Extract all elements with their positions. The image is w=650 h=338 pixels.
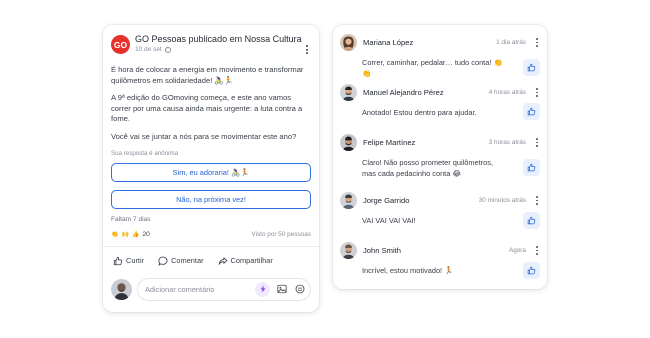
- commenter-avatar[interactable]: [340, 192, 357, 209]
- comment-label: Comentar: [171, 256, 204, 266]
- clap-emoji-icon: 👏: [111, 231, 119, 238]
- raised-hands-emoji-icon: 🙌: [121, 231, 129, 238]
- ai-spark-icon[interactable]: [255, 281, 270, 297]
- comment-text: Claro! Não posso prometer quilômetros, m…: [362, 158, 494, 178]
- share-label: Compartilhar: [230, 256, 273, 266]
- comment-placeholder: Adicionar comentário: [145, 284, 215, 294]
- comment-more-icon[interactable]: [534, 38, 540, 47]
- commenter-name[interactable]: Manuel Alejandro Pérez: [363, 88, 489, 97]
- post-author[interactable]: GO Pessoas: [135, 34, 186, 44]
- comment-text: Anotado! Estou dentro para ajudar.: [362, 108, 477, 117]
- globe-icon: [164, 47, 171, 53]
- comment-more-icon[interactable]: [534, 138, 540, 147]
- comment-composer: Adicionar comentário: [111, 276, 311, 303]
- thumbs-up-emoji-icon: 👍: [131, 231, 140, 238]
- like-button[interactable]: Curtir: [113, 256, 144, 266]
- commenter-avatar[interactable]: [340, 134, 357, 151]
- comment-input[interactable]: Adicionar comentário: [137, 277, 311, 301]
- comment-time: 4 horas atrás: [488, 89, 526, 96]
- poll-option-yes[interactable]: Sim, eu adoraria! 🚴‍♀️🏃: [111, 162, 311, 182]
- comment-icon: [158, 256, 168, 266]
- thumbs-up-icon: [527, 63, 536, 72]
- comment-like-button[interactable]: [523, 262, 540, 279]
- post-paragraph: É hora de colocar a energia em movimento…: [111, 65, 304, 85]
- commenter-avatar[interactable]: [340, 34, 357, 51]
- published-in-text: publicado em: [188, 34, 243, 44]
- thumbs-up-icon: [527, 107, 536, 116]
- author-logo[interactable]: GO: [111, 35, 130, 54]
- comment-item: Felipe Martínez 3 horas atrás Claro! Não…: [340, 134, 540, 179]
- share-icon: [218, 256, 227, 265]
- comment-time: 3 horas atrás: [488, 139, 526, 146]
- comment-like-button[interactable]: [523, 103, 540, 120]
- comment-like-button[interactable]: [523, 59, 540, 76]
- thumbs-up-icon: [527, 216, 536, 225]
- reaction-count: 20: [142, 231, 150, 239]
- comment-like-button[interactable]: [523, 212, 540, 229]
- post-actions: Curtir Comentar Compartilhar: [111, 247, 311, 275]
- comment-more-icon[interactable]: [534, 196, 540, 205]
- commenter-avatar[interactable]: [340, 84, 357, 101]
- comment-like-button[interactable]: [523, 159, 540, 176]
- comment-item: Jorge Garrido 30 minutos atrás VAI VAI V…: [340, 192, 540, 229]
- post-body: É hora de colocar a energia em movimento…: [111, 65, 311, 143]
- comment-time: 30 minutos atrás: [478, 197, 526, 204]
- post-header: GO GO Pessoas publicado em Nossa Cultura…: [111, 33, 311, 59]
- post-date: 10 de set: [135, 46, 162, 53]
- comment-text: Correr, caminhar, pedalar… tudo conta! 👏…: [362, 58, 503, 78]
- comment-more-icon[interactable]: [534, 246, 540, 255]
- comment-time: 1 dia atrás: [496, 39, 526, 46]
- views-count[interactable]: Visto por 50 pessoas: [251, 231, 311, 238]
- commenter-name[interactable]: Felipe Martínez: [363, 138, 489, 147]
- poll-option-no[interactable]: Não, na próxima vez!: [111, 189, 311, 209]
- comment-text: VAI VAI VAI VAI!: [362, 216, 416, 225]
- post-paragraph: A 9ª edição do GOmoving começa, e este a…: [111, 93, 303, 124]
- current-user-avatar[interactable]: [111, 278, 132, 300]
- like-label: Curtir: [126, 256, 145, 266]
- emoji-icon[interactable]: [293, 283, 306, 296]
- anonymous-note: Sua resposta é anônima: [111, 149, 179, 157]
- comment-item: Manuel Alejandro Pérez 4 horas atrás Ano…: [340, 84, 540, 120]
- comment-button[interactable]: Comentar: [158, 256, 204, 266]
- commenter-name[interactable]: Mariana López: [363, 38, 496, 47]
- comment-item: John Smith Agora Incrível, estou motivad…: [340, 242, 540, 279]
- comment-time: Agora: [508, 247, 526, 254]
- thumbs-up-icon: [527, 163, 536, 172]
- thumbs-up-icon: [527, 266, 536, 275]
- thumbs-up-icon: [113, 256, 123, 265]
- comments-card: Mariana López 1 dia atrás Correr, caminh…: [333, 25, 547, 289]
- commenter-name[interactable]: John Smith: [363, 246, 509, 255]
- comment-item: Mariana López 1 dia atrás Correr, caminh…: [340, 34, 540, 79]
- comment-more-icon[interactable]: [534, 88, 540, 97]
- post-card: GO GO Pessoas publicado em Nossa Cultura…: [103, 25, 319, 312]
- commenter-name[interactable]: Jorge Garrido: [363, 196, 479, 205]
- reactions-summary[interactable]: 👏 🙌 👍 20: [111, 231, 150, 238]
- image-icon[interactable]: [275, 283, 288, 296]
- commenter-avatar[interactable]: [340, 242, 357, 259]
- post-paragraph: Você vai se juntar a nós para se movimen…: [111, 131, 297, 141]
- poll-remaining: Faltam 7 dias: [111, 215, 151, 223]
- comment-text: Incrível, estou motivado! 🏃: [362, 266, 454, 275]
- post-more-icon[interactable]: [303, 33, 311, 54]
- post-community[interactable]: Nossa Cultura: [245, 34, 302, 44]
- post-author-line: GO Pessoas publicado em Nossa Cultura: [135, 33, 303, 45]
- share-button[interactable]: Compartilhar: [218, 256, 273, 266]
